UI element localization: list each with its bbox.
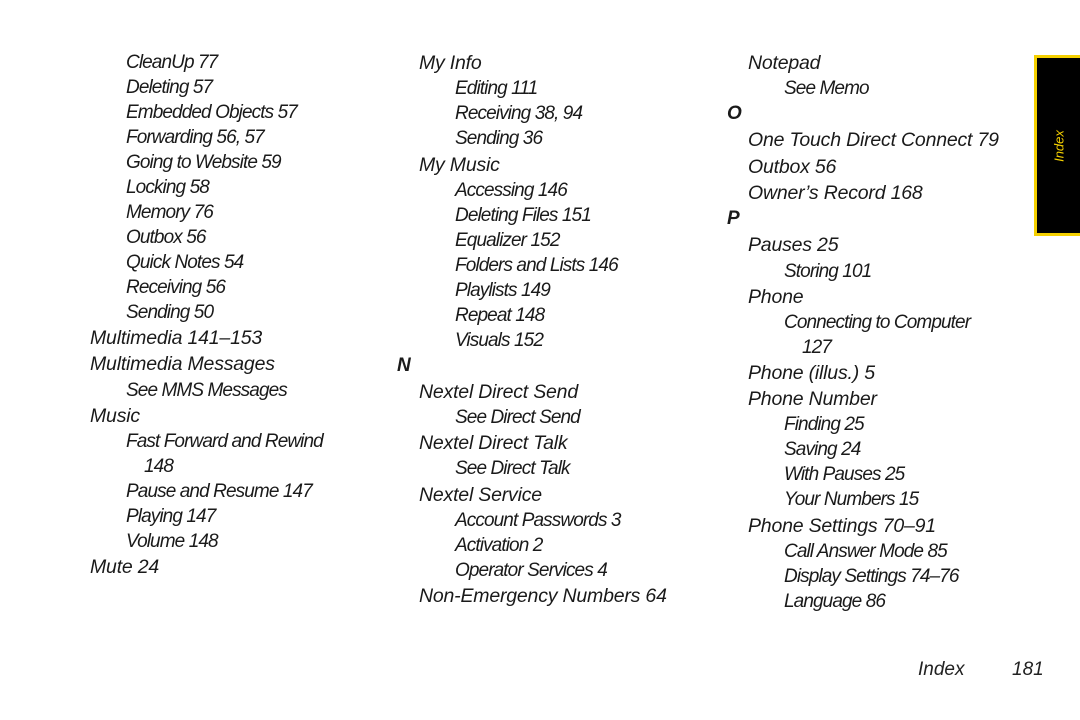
index-subentry: Outbox 56 [126,227,206,248]
index-subentry: Deleting Files 151 [455,205,592,226]
index-letter-heading: O [727,103,742,124]
index-subentry: Equalizer 152 [455,230,560,251]
index-subentry: Finding 25 [784,414,865,435]
index-tab-label: Index [1051,129,1067,162]
index-subentry: Receiving 56 [126,277,226,298]
footer-section-title: Index [918,659,965,680]
index-entry: Owner’s Record 168 [748,182,923,204]
index-entry: Nextel Direct Send [419,381,578,403]
index-subentry: Editing 111 [455,78,538,99]
index-subentry: Going to Website 59 [126,152,282,173]
index-subentry: Fast Forward and Rewind [126,431,324,452]
index-entry: Phone Number [748,388,877,410]
index-subentry: Memory 76 [126,202,214,223]
index-subentry: See MMS Messages [126,380,288,401]
index-entry: Music [90,405,140,427]
index-subentry: Language 86 [784,591,886,612]
index-entry: Phone (illus.) 5 [748,362,875,384]
index-entry: Nextel Direct Talk [419,432,568,454]
index-subentry: Embedded Objects 57 [126,102,298,123]
index-subentry: Storing 101 [784,261,872,282]
index-subentry: Display Settings 74–76 [784,566,959,587]
index-entry: Multimedia Messages [90,353,275,375]
index-subentry: Accessing 146 [455,180,568,201]
index-entry: My Music [419,154,500,176]
index-subentry: Locking 58 [126,177,210,198]
index-subentry: Deleting 57 [126,77,213,98]
index-subentry: Sending 36 [455,128,543,149]
index-subentry: 127 [802,337,832,358]
index-entry: Non-Emergency Numbers 64 [419,585,667,607]
index-entry: Phone [748,286,804,308]
index-letter-heading: P [727,208,740,229]
index-subentry: Repeat 148 [455,305,545,326]
index-subentry: CleanUp 77 [126,52,218,73]
index-subentry: Saving 24 [784,439,861,460]
index-letter-heading: N [397,355,411,376]
index-section-tab: Index [1034,55,1080,236]
index-subentry: Operator Services 4 [455,560,608,581]
index-subentry: Your Numbers 15 [784,489,919,510]
index-subentry: Forwarding 56, 57 [126,127,265,148]
index-subentry: Playlists 149 [455,280,551,301]
index-subentry: Pause and Resume 147 [126,481,313,502]
index-entry: My Info [419,52,482,74]
index-subentry: Volume 148 [126,531,219,552]
index-subentry: Connecting to Computer [784,312,971,333]
index-subentry: Activation 2 [455,535,543,556]
index-subentry: Call Answer Mode 85 [784,541,948,562]
index-subentry: Quick Notes 54 [126,252,244,273]
index-subentry: See Direct Talk [455,458,571,479]
index-subentry: With Pauses 25 [784,464,905,485]
index-subentry: See Memo [784,78,870,99]
footer-page-number: 181 [1012,659,1044,680]
index-entry: Pauses 25 [748,234,839,256]
index-entry: Phone Settings 70–91 [748,515,936,537]
index-subentry: Receiving 38, 94 [455,103,583,124]
index-subentry: Visuals 152 [455,330,544,351]
index-entry: Mute 24 [90,556,160,578]
index-entry: Multimedia 141–153 [90,327,263,349]
index-subentry: Folders and Lists 146 [455,255,619,276]
index-entry: Outbox 56 [748,156,837,178]
index-subentry: 148 [144,456,174,477]
index-subentry: Account Passwords 3 [455,510,622,531]
index-entry: Notepad [748,52,821,74]
index-subentry: Sending 50 [126,302,214,323]
index-subentry: See Direct Send [455,407,581,428]
index-entry: Nextel Service [419,484,542,506]
index-entry: One Touch Direct Connect 79 [748,129,999,151]
index-subentry: Playing 147 [126,506,216,527]
